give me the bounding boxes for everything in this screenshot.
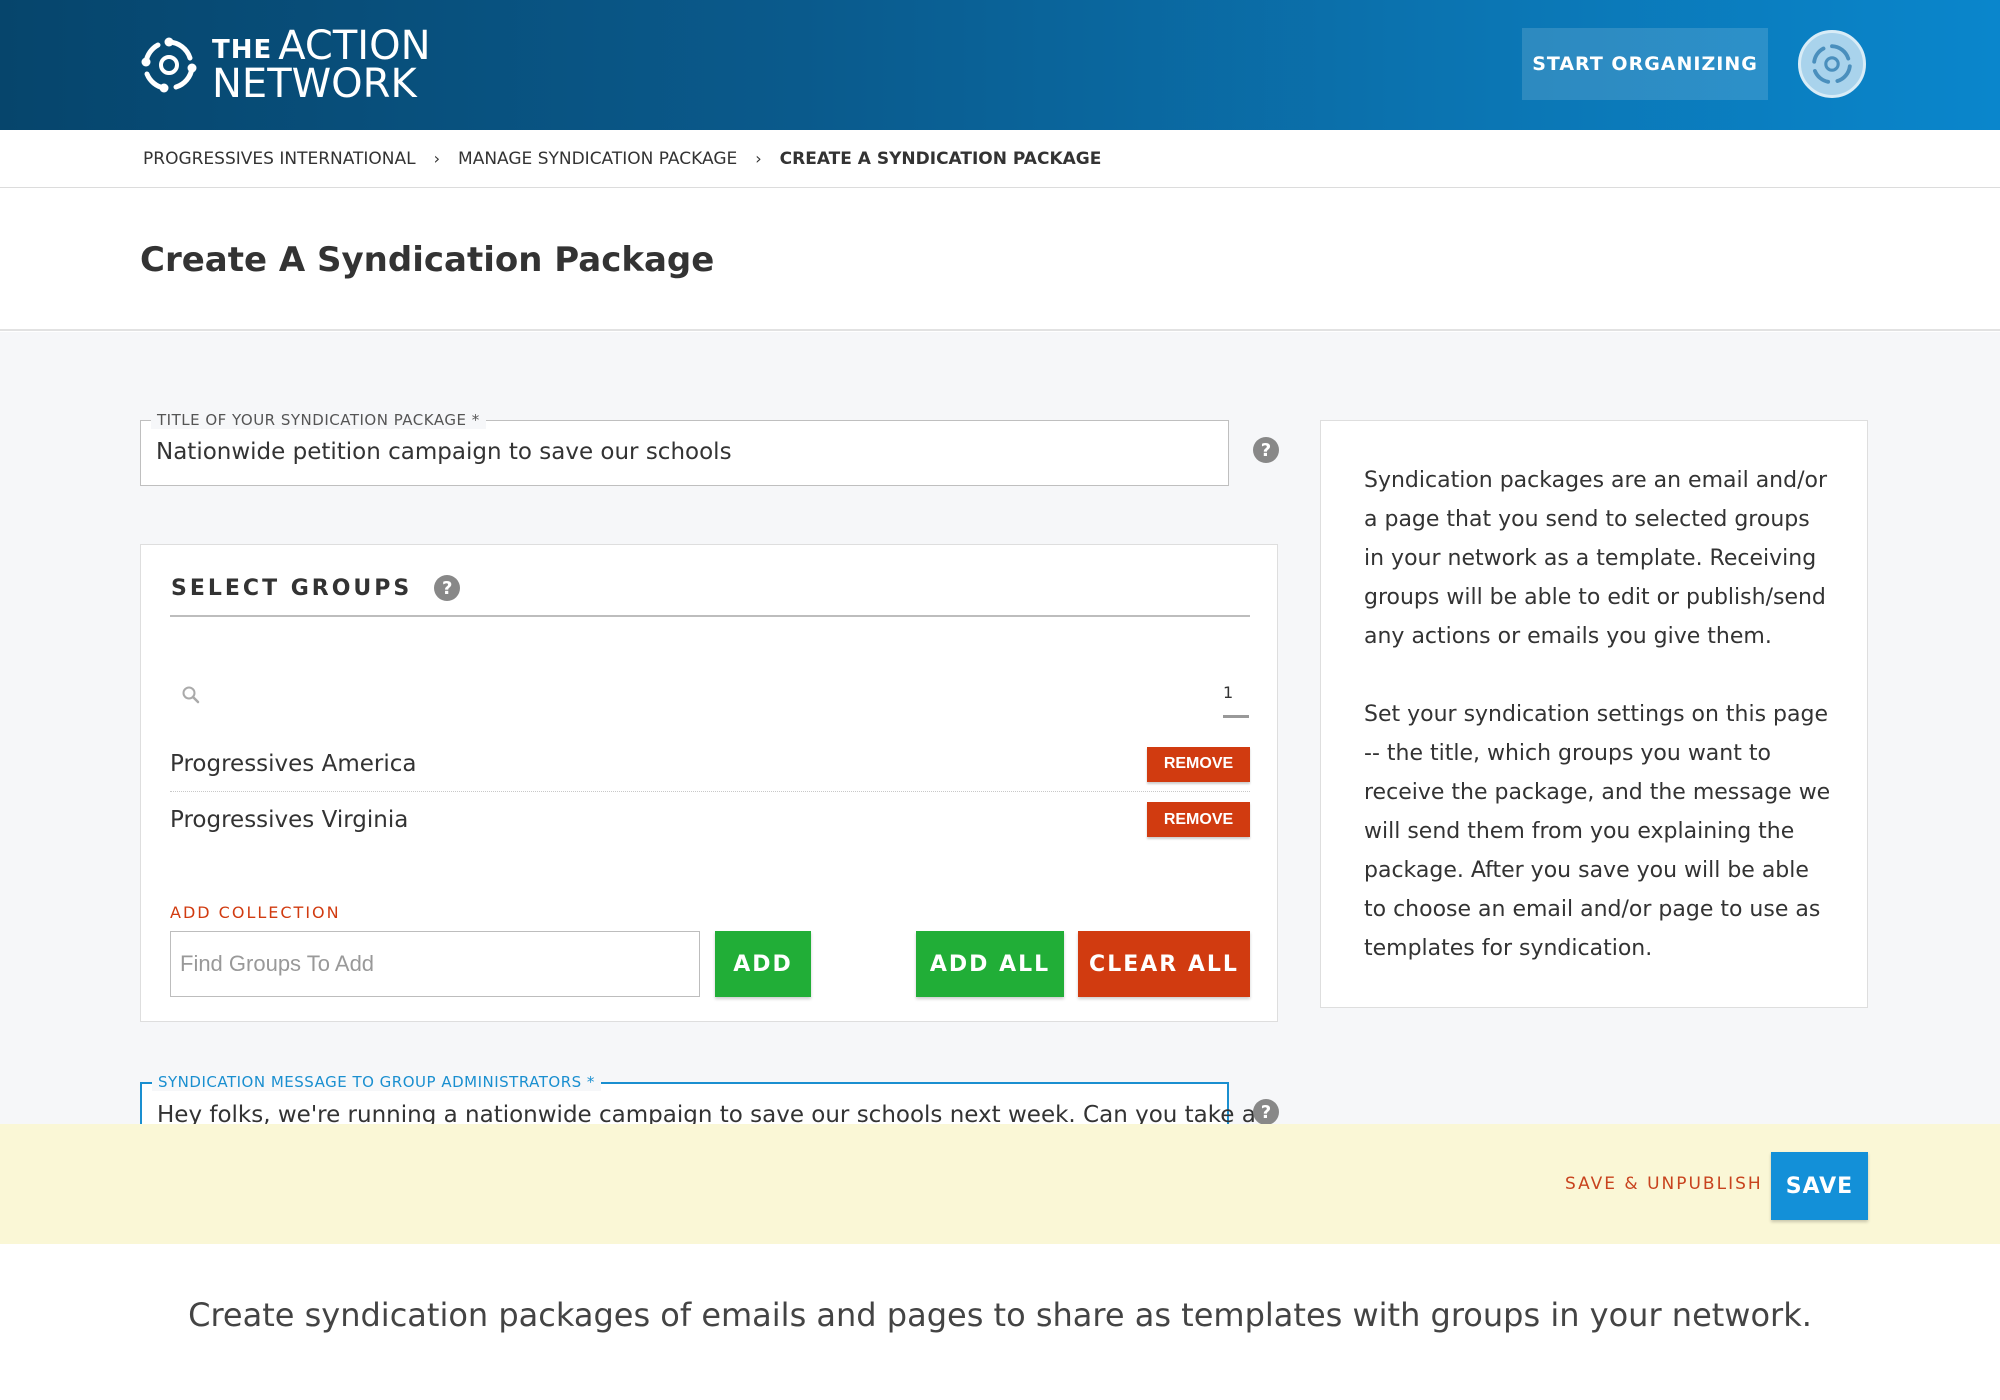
pagination-active-indicator [1223, 715, 1249, 718]
clear-all-button[interactable]: CLEAR ALL [1078, 931, 1250, 997]
breadcrumb-separator: › [433, 149, 441, 168]
breadcrumb-progressives-international[interactable]: PROGRESSIVES INTERNATIONAL [143, 149, 416, 169]
group-name: Progressives Virginia [170, 806, 409, 833]
logo-action: ACTION [278, 23, 431, 69]
pagination-page-1[interactable]: 1 [1223, 683, 1233, 702]
select-groups-title: SELECT GROUPS [171, 575, 413, 601]
question-circle-icon[interactable]: ? [1253, 437, 1279, 463]
add-collection-link[interactable]: ADD COLLECTION [170, 903, 341, 922]
select-groups-panel: SELECT GROUPS ? 1 Progressives America R… [140, 544, 1278, 1022]
info-paragraph: Set your syndication settings on this pa… [1364, 702, 1831, 961]
info-panel: Syndication packages are an email and/or… [1320, 420, 1868, 1008]
search-icon[interactable] [181, 685, 201, 705]
syndication-message-value[interactable]: Hey folks, we're running a nationwide ca… [157, 1102, 1256, 1124]
info-text: Syndication packages are an email and/or… [1364, 461, 1834, 968]
breadcrumb-manage-syndication-package[interactable]: MANAGE SYNDICATION PACKAGE [458, 149, 737, 169]
page-title: Create A Syndication Package [140, 240, 715, 280]
logo-wordmark: THE ACTION NETWORK [212, 26, 431, 104]
remove-group-button[interactable]: REMOVE [1147, 802, 1250, 837]
add-all-button[interactable]: ADD ALL [916, 931, 1064, 997]
avatar-logo-icon [1812, 44, 1852, 84]
question-circle-icon[interactable]: ? [1253, 1099, 1279, 1124]
syndication-message-field[interactable]: SYNDICATION MESSAGE TO GROUP ADMINISTRAT… [140, 1073, 1256, 1124]
breadcrumb: PROGRESSIVES INTERNATIONAL › MANAGE SYND… [0, 130, 2000, 188]
save-and-unpublish-button[interactable]: SAVE & UNPUBLISH [1565, 1174, 1763, 1194]
group-name: Progressives America [170, 751, 417, 777]
start-organizing-button[interactable]: START ORGANIZING [1522, 28, 1768, 100]
breadcrumb-separator: › [755, 149, 762, 168]
find-groups-input[interactable]: Find Groups To Add [170, 931, 700, 997]
list-item: Progressives America REMOVE [170, 737, 1250, 792]
top-header: THE ACTION NETWORK START ORGANIZING [0, 0, 2000, 130]
remove-group-button[interactable]: REMOVE [1147, 746, 1250, 782]
list-item: Progressives Virginia REMOVE [170, 792, 1250, 847]
question-circle-icon[interactable]: ? [434, 575, 461, 601]
breadcrumb-create-syndication-package: CREATE A SYNDICATION PACKAGE [779, 148, 1102, 169]
logo-the: THE [212, 35, 273, 65]
title-field-value[interactable]: Nationwide petition campaign to save our… [156, 439, 732, 465]
title-bar: Create A Syndication Package [0, 188, 2000, 331]
select-groups-header: SELECT GROUPS ? [171, 575, 461, 601]
title-field-label: TITLE OF YOUR SYNDICATION PACKAGE * [151, 411, 486, 429]
caption-text: Create syndication packages of emails an… [188, 1296, 1812, 1334]
action-network-logo-icon [141, 37, 197, 93]
add-button[interactable]: ADD [715, 931, 811, 997]
avatar[interactable] [1798, 30, 1866, 98]
save-button[interactable]: SAVE [1771, 1152, 1868, 1220]
title-field[interactable]: TITLE OF YOUR SYNDICATION PACKAGE * Nati… [140, 411, 1229, 486]
action-network-logo[interactable]: THE ACTION NETWORK [138, 26, 431, 104]
groups-divider [170, 615, 1250, 617]
save-bar: SAVE & UNPUBLISH SAVE [0, 1124, 2000, 1244]
syndication-message-label: SYNDICATION MESSAGE TO GROUP ADMINISTRAT… [152, 1073, 601, 1091]
logo-network: NETWORK [212, 61, 417, 107]
info-paragraph: Syndication packages are an email and/or… [1364, 468, 1828, 649]
main-content: TITLE OF YOUR SYNDICATION PACKAGE * Nati… [0, 332, 2000, 1124]
